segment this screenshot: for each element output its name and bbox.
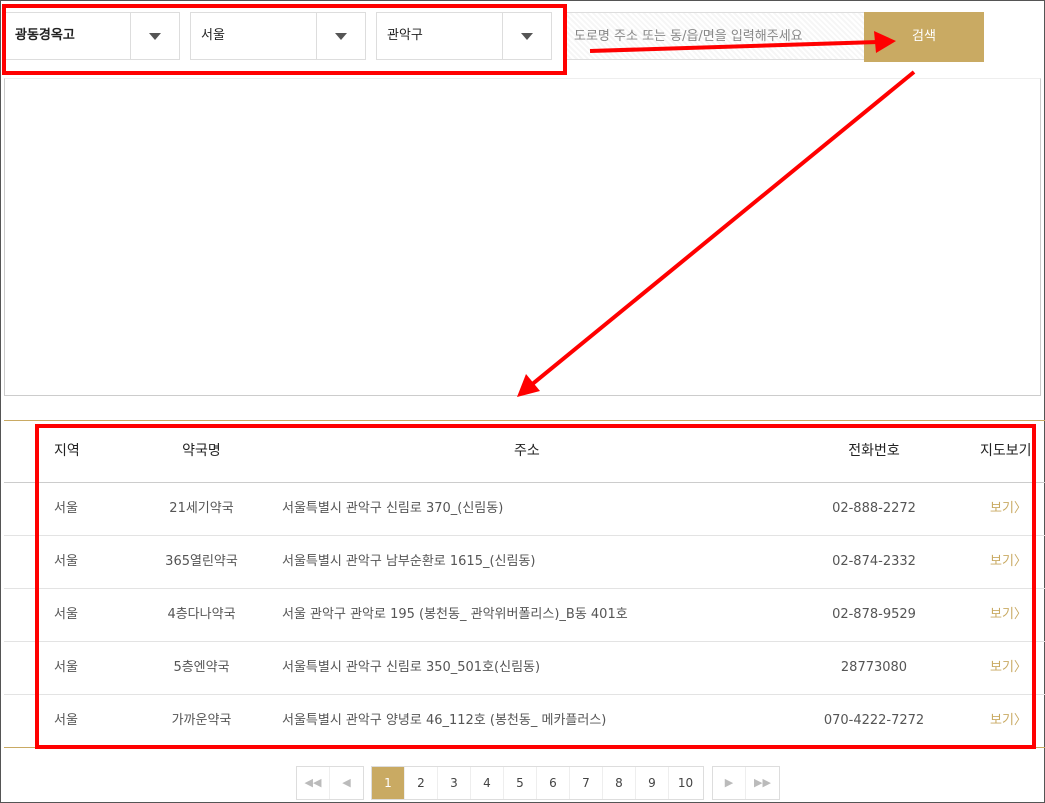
chevron-right-icon: 〉: [1013, 660, 1027, 675]
page-button[interactable]: 5: [504, 767, 537, 799]
page-button[interactable]: 7: [570, 767, 603, 799]
chevron-down-icon: [521, 33, 533, 40]
row-phone: 02-874-2332: [832, 554, 916, 569]
chevron-right-icon: 〉: [1013, 554, 1027, 569]
chevron-down-icon: [335, 33, 347, 40]
row-name: 가까운약국: [171, 713, 232, 728]
address-search-input[interactable]: [563, 12, 864, 60]
row-name: 4층다나약국: [167, 607, 236, 622]
city-select-value: 서울: [201, 28, 225, 43]
map-view[interactable]: [4, 78, 1041, 396]
pharmacy-table: 지역 약국명 주소 전화번호 지도보기 서울 21세기약국 서울특별시 관악구 …: [4, 421, 1045, 748]
product-select-value: 광동경옥고: [15, 28, 75, 43]
page-button[interactable]: 8: [603, 767, 636, 799]
row-region: 서울: [54, 660, 78, 675]
pagination-next-group: ▶ ▶▶: [712, 766, 780, 800]
page-button[interactable]: 9: [636, 767, 669, 799]
search-button[interactable]: 검색: [864, 12, 984, 62]
row-phone: 02-888-2272: [832, 501, 916, 516]
district-select-toggle[interactable]: [502, 13, 551, 59]
row-name: 21세기약국: [169, 501, 234, 516]
chevron-down-icon: [149, 33, 161, 40]
prev-page-button[interactable]: ◀: [330, 767, 363, 799]
page-button[interactable]: 1: [372, 767, 405, 799]
chevron-right-icon: 〉: [1013, 713, 1027, 728]
page-button[interactable]: 4: [471, 767, 504, 799]
row-phone: 02-878-9529: [832, 607, 916, 622]
city-select-toggle[interactable]: [316, 13, 365, 59]
page-button[interactable]: 3: [438, 767, 471, 799]
view-map-label: 보기: [990, 713, 1014, 728]
district-select-value: 관악구: [387, 28, 423, 43]
table-row: 서울 5층엔약국 서울특별시 관악구 신림로 350_501호(신림동) 287…: [4, 642, 1045, 695]
table-header: 지역 약국명 주소 전화번호 지도보기: [4, 421, 1045, 483]
city-select[interactable]: 서울: [190, 12, 366, 60]
pagination-prev-group: ◀◀ ◀: [296, 766, 364, 800]
pagination-pages: 1 2 3 4 5 6 7 8 9 10: [371, 766, 704, 800]
table-row: 서울 365열린약국 서울특별시 관악구 남부순환로 1615_(신림동) 02…: [4, 536, 1045, 589]
view-map-link[interactable]: 보기〉: [990, 589, 1027, 641]
product-select[interactable]: 광동경옥고: [4, 12, 180, 60]
row-region: 서울: [54, 501, 78, 516]
view-map-label: 보기: [990, 660, 1014, 675]
table-row: 서울 가까운약국 서울특별시 관악구 양녕로 46_112호 (봉천동_ 메카플…: [4, 695, 1045, 748]
header-map: 지도보기: [980, 443, 1032, 459]
last-page-button[interactable]: ▶▶: [746, 767, 779, 799]
row-address: 서울특별시 관악구 남부순환로 1615_(신림동): [282, 554, 536, 569]
row-region: 서울: [54, 554, 78, 569]
page-button[interactable]: 6: [537, 767, 570, 799]
table-row: 서울 4층다나약국 서울 관악구 관악로 195 (봉천동_ 관악위버폴리스)_…: [4, 589, 1045, 642]
view-map-link[interactable]: 보기〉: [990, 695, 1027, 747]
next-page-button[interactable]: ▶: [713, 767, 746, 799]
header-name: 약국명: [182, 443, 221, 459]
view-map-label: 보기: [990, 501, 1014, 516]
header-region: 지역: [54, 443, 80, 459]
view-map-link[interactable]: 보기〉: [990, 483, 1027, 535]
row-name: 365열린약국: [165, 554, 238, 569]
district-select[interactable]: 관악구: [376, 12, 552, 60]
chevron-right-icon: 〉: [1013, 501, 1027, 516]
row-name: 5층엔약국: [173, 660, 230, 675]
chevron-right-icon: 〉: [1013, 607, 1027, 622]
row-address: 서울특별시 관악구 신림로 350_501호(신림동): [282, 660, 541, 675]
page-button[interactable]: 2: [405, 767, 438, 799]
header-phone: 전화번호: [848, 443, 900, 459]
first-page-button[interactable]: ◀◀: [297, 767, 330, 799]
row-address: 서울특별시 관악구 양녕로 46_112호 (봉천동_ 메카플러스): [282, 713, 607, 728]
row-phone: 28773080: [840, 660, 908, 675]
header-address: 주소: [514, 443, 540, 459]
view-map-link[interactable]: 보기〉: [990, 642, 1027, 694]
row-phone: 070-4222-7272: [823, 713, 925, 728]
product-select-toggle[interactable]: [130, 13, 179, 59]
view-map-label: 보기: [990, 607, 1014, 622]
page-button[interactable]: 10: [669, 767, 702, 799]
row-address: 서울특별시 관악구 신림로 370_(신림동): [282, 501, 504, 516]
row-address: 서울 관악구 관악로 195 (봉천동_ 관악위버폴리스)_B동 401호: [282, 607, 628, 622]
table-row: 서울 21세기약국 서울특별시 관악구 신림로 370_(신림동) 02-888…: [4, 483, 1045, 536]
row-region: 서울: [54, 713, 78, 728]
row-region: 서울: [54, 607, 78, 622]
view-map-link[interactable]: 보기〉: [990, 536, 1027, 588]
view-map-label: 보기: [990, 554, 1014, 569]
